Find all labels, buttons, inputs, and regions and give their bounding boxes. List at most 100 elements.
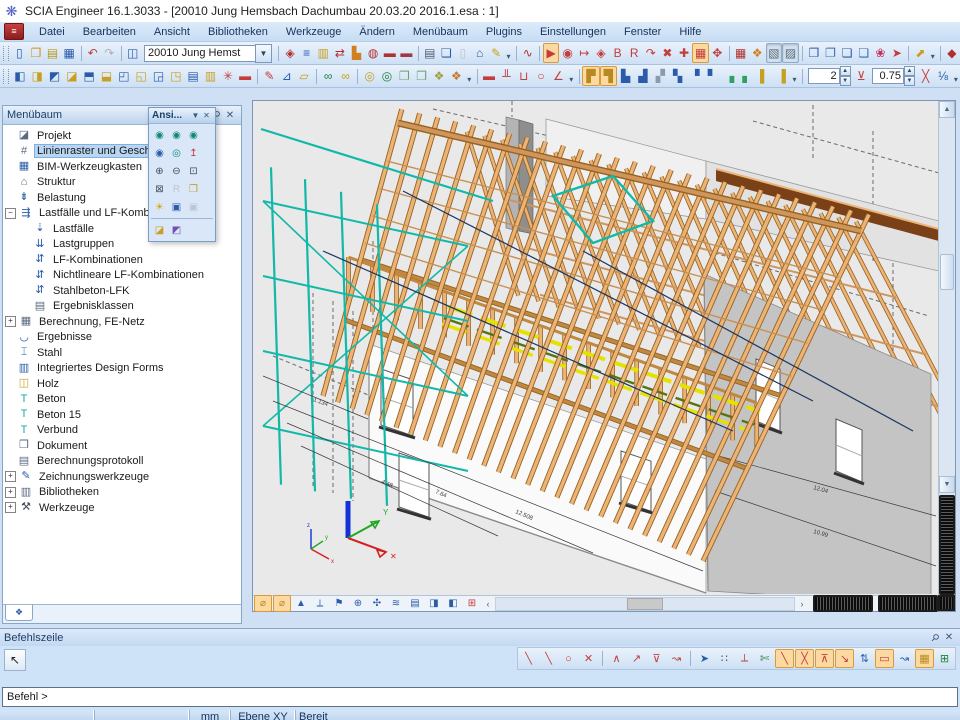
model-canvas[interactable]: 12.0410.991.1344.487.6412.508zxyY✕	[253, 101, 938, 595]
redo-button[interactable]: ↷	[101, 43, 118, 63]
tree-item-label[interactable]: Werkzeuge	[37, 502, 96, 514]
tree-item-label[interactable]: Lastgruppen	[51, 238, 116, 250]
tree-item-label[interactable]: Bibliotheken	[37, 486, 101, 498]
load-scale-spinner-value[interactable]: 2	[808, 68, 840, 84]
update-link-button[interactable]: ◆	[944, 43, 960, 63]
menu--ndern[interactable]: Ändern	[350, 24, 403, 40]
surface-toggle-button[interactable]: ⌀	[273, 595, 291, 612]
document-disabled-button[interactable]: ▯	[455, 43, 472, 63]
display-scale-spinner[interactable]: 0.75▲▼	[872, 68, 915, 84]
find-group-overflow[interactable]: ▾	[465, 66, 474, 86]
dim-circle-button[interactable]: ○	[532, 66, 549, 86]
menu-plugins[interactable]: Plugins	[477, 24, 531, 40]
snap-triangle-button[interactable]: ⊽	[647, 649, 666, 668]
open-project-button[interactable]: ❒	[28, 43, 45, 63]
print-button[interactable]: ▤	[421, 43, 438, 63]
show-numbering-button[interactable]: ▤	[406, 595, 424, 612]
view-perspective-button[interactable]: ◎	[168, 144, 185, 162]
render-group-overflow[interactable]: ▾	[790, 66, 799, 86]
show-joints-button[interactable]: ≋	[387, 595, 405, 612]
wireframe-toggle-button[interactable]: ⌀	[254, 595, 272, 612]
view-10-button[interactable]: ◳	[167, 66, 184, 86]
move-selection-button[interactable]: ✥	[709, 43, 726, 63]
dim-line-button[interactable]: ▬	[480, 66, 497, 86]
project-combo[interactable]: 20010 Jung Hemst▼	[144, 45, 272, 62]
horizontal-scroll-track[interactable]	[495, 597, 795, 611]
shrink-members-button[interactable]: ✣	[368, 595, 386, 612]
dot-grid-toggle-button[interactable]: ∷	[715, 649, 734, 668]
scale-ratio-button[interactable]: ⅛	[934, 66, 951, 86]
trim-mode-button[interactable]: ✄	[755, 649, 774, 668]
light-settings-button[interactable]: ☀	[151, 198, 168, 216]
cross-sections-library-button[interactable]: ▥	[315, 43, 332, 63]
dim-group-overflow[interactable]: ▾	[567, 66, 576, 86]
export-folder-button[interactable]: ⬈	[912, 43, 929, 63]
edit-polyline-button[interactable]: ✎	[261, 66, 278, 86]
save-button[interactable]: ▦	[61, 43, 78, 63]
tree-item-holz[interactable]: ◫Holz	[3, 376, 241, 392]
snap-angle-button[interactable]: ∧	[607, 649, 626, 668]
vertical-scroll-track[interactable]	[939, 118, 955, 476]
render-mode-5-button[interactable]: ▞	[652, 66, 669, 86]
view-4-button[interactable]: ◪	[63, 66, 80, 86]
saved-picture-2-button[interactable]: ◧	[444, 595, 462, 612]
chevron-down-icon[interactable]: ▼	[190, 111, 201, 120]
tree-item-ergebnisklassen[interactable]: ▤Ergebnisklassen	[3, 299, 241, 315]
display-scale-spinner-down-icon[interactable]: ▼	[904, 76, 915, 86]
snap-orthogonal-button[interactable]: ↘	[835, 649, 854, 668]
tree-item-label[interactable]: Ergebnisklassen	[51, 300, 136, 312]
tree-item-verbund[interactable]: TVerbund	[3, 423, 241, 439]
view-12-button[interactable]: ▥	[202, 66, 219, 86]
paste-attributes-button[interactable]: ❏	[839, 43, 856, 63]
export-group-overflow[interactable]: ▾	[929, 43, 937, 63]
print-preview-button[interactable]: ❏	[438, 43, 455, 63]
select-table-button[interactable]: ▦	[692, 43, 709, 63]
project-settings-button[interactable]: ◈	[282, 43, 299, 63]
snap-tangent-button[interactable]: ⇅	[855, 649, 874, 668]
activity-manager-button[interactable]: ❖	[749, 43, 766, 63]
tree-item-beton[interactable]: TBeton	[3, 392, 241, 408]
tree-item-integriertes-design-forms[interactable]: ▥Integriertes Design Forms	[3, 361, 241, 377]
snap-intersection-button[interactable]: ✕	[579, 649, 598, 668]
show-labels-button[interactable]: ⚑	[330, 595, 348, 612]
print-group-overflow[interactable]: ▾	[505, 43, 513, 63]
render-mode-10-button[interactable]: ▖	[738, 66, 755, 86]
view-parameters-button[interactable]: ◪	[151, 221, 168, 239]
snap-endpoint-button[interactable]: ╲	[775, 649, 794, 668]
scroll-down-icon[interactable]: ▼	[939, 476, 955, 493]
project-combo-dropdown-icon[interactable]: ▼	[255, 44, 272, 63]
render-mode-9-button[interactable]: ▗	[721, 66, 738, 86]
view-in-direction-z-button[interactable]: ◉	[185, 126, 202, 144]
menu-datei[interactable]: Datei	[30, 24, 74, 40]
menu-men-baum[interactable]: Menübaum	[404, 24, 477, 40]
select-nodes-button[interactable]: ◉	[559, 43, 576, 63]
tree-item-label[interactable]: Dokument	[35, 440, 89, 452]
scale-group-overflow[interactable]: ▾	[952, 66, 960, 86]
view-2-button[interactable]: ◨	[29, 66, 46, 86]
tree-item-label[interactable]: Projekt	[35, 130, 73, 142]
tree-item-berechnung-fe-netz[interactable]: +▦Berechnung, FE-Netz	[3, 314, 241, 330]
menu-ansicht[interactable]: Ansicht	[145, 24, 199, 40]
stamp-orange-button[interactable]: ❖	[448, 66, 465, 86]
menu-tree-tab[interactable]: ❖	[5, 605, 33, 621]
select-members-button[interactable]: ▶	[543, 43, 560, 63]
folder-green-button[interactable]: ❒	[413, 66, 430, 86]
expand-icon[interactable]: +	[5, 502, 16, 513]
stored-views-button[interactable]: ❒	[185, 180, 202, 198]
tree-item-label[interactable]: Zeichnungswerkzeuge	[37, 471, 151, 483]
load-scale-apply-button[interactable]: ⊻	[853, 66, 870, 86]
tree-item-label[interactable]: Lastfälle	[51, 223, 96, 235]
layers-button[interactable]: ≡	[298, 43, 315, 63]
cursor-select-mode-button[interactable]: ➤	[695, 649, 714, 668]
menu-werkzeuge[interactable]: Werkzeuge	[277, 24, 350, 40]
tree-item-zeichnungswerkzeuge[interactable]: +✎Zeichnungswerkzeuge	[3, 469, 241, 485]
hinges-library-button[interactable]: ▬	[398, 43, 415, 63]
view-axonometric-button[interactable]: ◉	[151, 144, 168, 162]
vertical-scrollbar[interactable]: ▲ ▼	[938, 101, 955, 595]
tree-item-beton-15[interactable]: TBeton 15	[3, 407, 241, 423]
load-cases-manager-button[interactable]: ◍	[365, 43, 382, 63]
tree-item-nichtlineare-lf-kombinationen[interactable]: ⇵Nichtlineare LF-Kombinationen	[3, 268, 241, 284]
view-6-button[interactable]: ⬓	[98, 66, 115, 86]
view-11-button[interactable]: ▤	[185, 66, 202, 86]
clip-slider-back[interactable]	[878, 595, 938, 612]
